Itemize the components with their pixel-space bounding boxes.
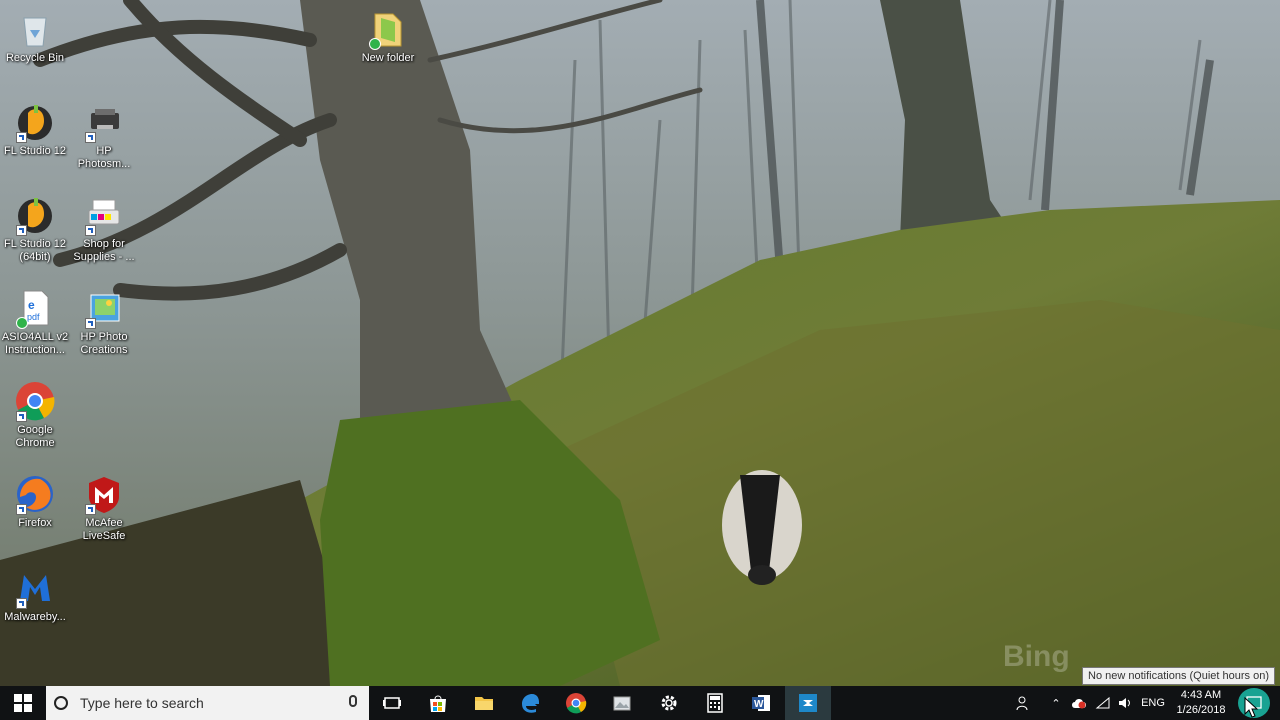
desktop-icon-new-folder[interactable]: New folder <box>353 8 423 65</box>
hp-photosmart-icon <box>83 101 125 143</box>
speaker-icon <box>1119 698 1130 708</box>
taskbar-app-word[interactable]: W <box>738 686 784 720</box>
task-view-icon <box>383 697 401 709</box>
firefox-icon <box>14 473 56 515</box>
shortcut-arrow-icon <box>85 132 96 143</box>
people-button[interactable] <box>1010 686 1036 720</box>
input-language-button[interactable]: ENG <box>1138 686 1168 720</box>
mcafee-icon <box>83 473 125 515</box>
desktop-wallpaper[interactable] <box>0 0 1280 686</box>
settings-icon <box>661 695 677 711</box>
desktop-icon-shop-for-supplies[interactable]: Shop for Supplies - ... <box>69 194 139 264</box>
tray-app-button[interactable] <box>1068 686 1090 720</box>
shortcut-arrow-icon <box>16 225 27 236</box>
microphone-icon[interactable] <box>349 695 357 707</box>
folder-icon <box>367 8 409 50</box>
mouse-cursor-icon <box>1244 697 1258 718</box>
sync-status-icon <box>16 317 28 329</box>
shortcut-arrow-icon <box>16 598 27 609</box>
wifi-icon <box>1095 696 1110 709</box>
desktop-icon-recycle-bin[interactable]: Recycle Bin <box>0 8 70 65</box>
app-icon <box>799 694 817 712</box>
cloud-alert-icon <box>1072 699 1086 709</box>
file-explorer-icon <box>475 697 493 710</box>
word-icon: W <box>752 695 770 711</box>
fl-studio-icon <box>14 101 56 143</box>
shortcut-arrow-icon <box>85 225 96 236</box>
shortcut-arrow-icon <box>16 132 27 143</box>
taskbar-app-file-explorer[interactable] <box>461 686 507 720</box>
shortcut-arrow-icon <box>16 411 27 422</box>
desktop-icon-asio4all-pdf[interactable]: e pdf ASIO4ALL v2 Instruction... <box>0 287 70 357</box>
show-hidden-icons-button[interactable]: ⌃ <box>1046 686 1066 720</box>
store-icon <box>430 695 446 712</box>
sync-status-icon <box>369 38 381 50</box>
taskbar-app-settings[interactable] <box>646 686 692 720</box>
svg-text:e: e <box>28 298 35 312</box>
network-button[interactable] <box>1092 686 1114 720</box>
fl-studio-64-icon <box>14 194 56 236</box>
shortcut-arrow-icon <box>16 504 27 515</box>
taskbar-clock[interactable]: 4:43 AM 1/26/2018 <box>1170 686 1232 720</box>
taskbar-search-box[interactable]: Type here to search <box>46 686 369 720</box>
shortcut-arrow-icon <box>85 504 96 515</box>
desktop-icon-fl-studio[interactable]: FL Studio 12 <box>0 101 70 158</box>
malwarebytes-icon <box>14 567 56 609</box>
volume-button[interactable] <box>1114 686 1136 720</box>
calculator-icon <box>707 693 723 713</box>
shortcut-arrow-icon <box>85 318 96 329</box>
desktop-icon-mcafee[interactable]: McAfee LiveSafe <box>69 473 139 543</box>
svg-text:pdf: pdf <box>27 312 40 322</box>
photos-icon <box>613 696 631 711</box>
taskbar: Type here to search W ⌃ ENG 4:43 AM 1/26… <box>0 686 1280 720</box>
recycle-bin-icon <box>14 8 56 50</box>
task-view-button[interactable] <box>369 686 415 720</box>
clock-time: 4:43 AM <box>1180 689 1222 701</box>
chevron-up-icon: ⌃ <box>1051 697 1061 710</box>
taskbar-app-pinned[interactable] <box>785 686 831 720</box>
taskbar-app-calculator[interactable] <box>692 686 738 720</box>
notification-tooltip: No new notifications (Quiet hours on) <box>1082 667 1275 685</box>
printer-supplies-icon <box>83 194 125 236</box>
desktop-icon-fl-studio-64[interactable]: FL Studio 12 (64bit) <box>0 194 70 264</box>
desktop-icon-hp-photo-creations[interactable]: HP Photo Creations <box>69 287 139 357</box>
desktop-icon-malwarebytes[interactable]: Malwareby... <box>0 567 70 624</box>
cortana-icon <box>54 696 68 710</box>
chrome-icon <box>14 380 56 422</box>
search-placeholder: Type here to search <box>80 695 204 711</box>
chrome-icon <box>566 693 587 714</box>
windows-logo-icon <box>14 694 32 712</box>
people-icon <box>1016 696 1028 711</box>
edge-icon <box>522 694 539 713</box>
start-button[interactable] <box>0 686 46 720</box>
taskbar-app-chrome[interactable] <box>553 686 599 720</box>
taskbar-app-edge[interactable] <box>507 686 553 720</box>
bing-watermark: Bing <box>1003 640 1070 673</box>
pdf-file-icon: e pdf <box>14 287 56 329</box>
desktop-icon-hp-photosmart[interactable]: HP Photosm... <box>69 101 139 171</box>
desktop-icon-google-chrome[interactable]: Google Chrome <box>0 380 70 450</box>
desktop-icon-firefox[interactable]: Firefox <box>0 473 70 530</box>
clock-date: 1/26/2018 <box>1176 704 1226 716</box>
language-indicator: ENG <box>1141 697 1165 709</box>
taskbar-app-photos[interactable] <box>599 686 645 720</box>
hp-photo-creations-icon <box>83 287 125 329</box>
svg-text:W: W <box>754 699 764 710</box>
taskbar-app-store[interactable] <box>415 686 461 720</box>
